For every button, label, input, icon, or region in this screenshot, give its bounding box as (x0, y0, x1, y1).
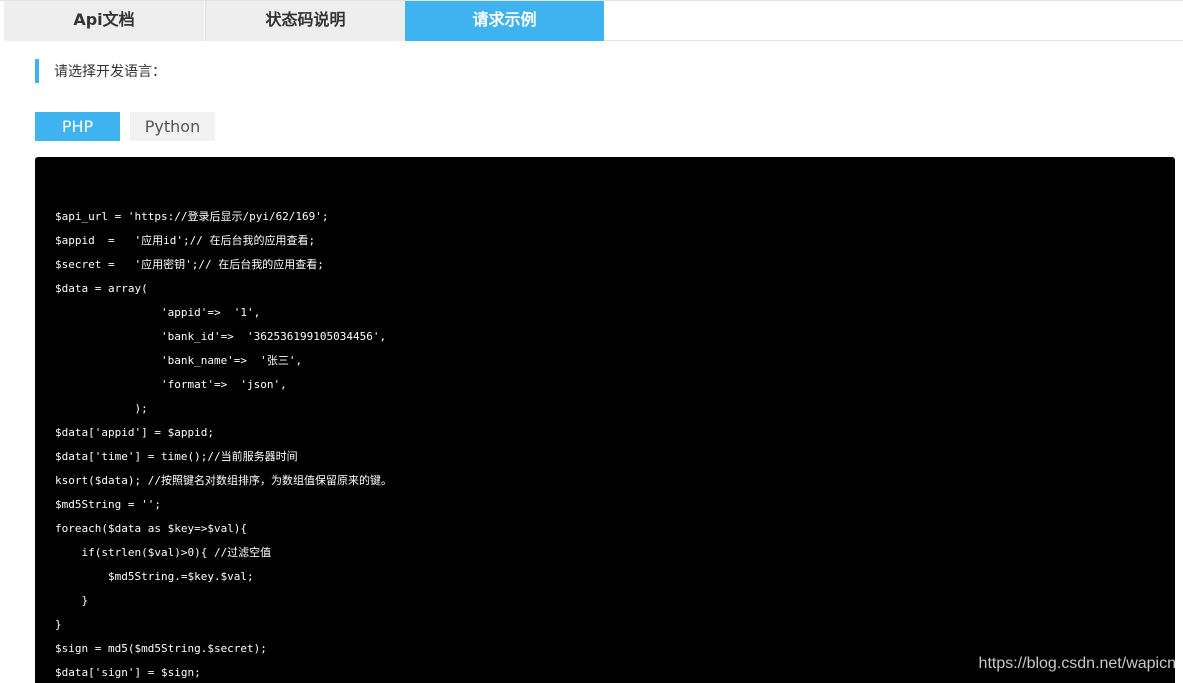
watermark: https://blog.csdn.net/wapicn (978, 655, 1176, 672)
tab-api-docs[interactable]: Api文档 (4, 1, 204, 41)
tab-status-codes[interactable]: 状态码说明 (205, 1, 405, 41)
code-line: ); (55, 402, 148, 415)
language-button-python[interactable]: Python (130, 112, 215, 141)
code-line: $md5String = ''; (55, 498, 161, 511)
code-line: $data['time'] = time();//当前服务器时间 (55, 450, 298, 463)
code-line: $data['sign'] = $sign; (55, 666, 201, 679)
code-block: $api_url = 'https://登录后显示/pyi/62/169'; $… (35, 157, 1175, 683)
code-line: if(strlen($val)>0){ //过滤空值 (55, 546, 272, 559)
code-line: $md5String.=$key.$val; (55, 570, 254, 583)
page: Api文档 状态码说明 请求示例 请选择开发语言： PHP Python $ap… (0, 0, 1183, 683)
code-line: ksort($data); //按照键名对数组排序，为数组值保留原来的键。 (55, 474, 392, 487)
tab-bar: Api文档 状态码说明 请求示例 (4, 1, 1183, 41)
code-line: } (55, 594, 89, 607)
code-line: 'appid'=> '1', (55, 306, 261, 319)
code-line: $data['appid'] = $appid; (55, 426, 214, 439)
code-line: $secret = '应用密钥';// 在后台我的应用查看; (55, 258, 324, 271)
code-line: $sign = md5($md5String.$secret); (55, 642, 267, 655)
code-line: 'bank_id'=> '362536199105034456', (55, 330, 387, 343)
code-line: 'bank_name'=> '张三', (55, 354, 303, 367)
code-line: foreach($data as $key=>$val){ (55, 522, 248, 535)
code-line: $appid = '应用id';// 在后台我的应用查看; (55, 234, 316, 247)
code-line: $data = array( (55, 282, 148, 295)
code-line: $api_url = 'https://登录后显示/pyi/62/169'; (55, 210, 329, 223)
language-button-php[interactable]: PHP (35, 112, 120, 141)
tab-request-example[interactable]: 请求示例 (405, 1, 604, 41)
code-line: 'format'=> 'json', (55, 378, 287, 391)
language-prompt: 请选择开发语言： (35, 59, 166, 83)
code-line: } (55, 618, 62, 631)
